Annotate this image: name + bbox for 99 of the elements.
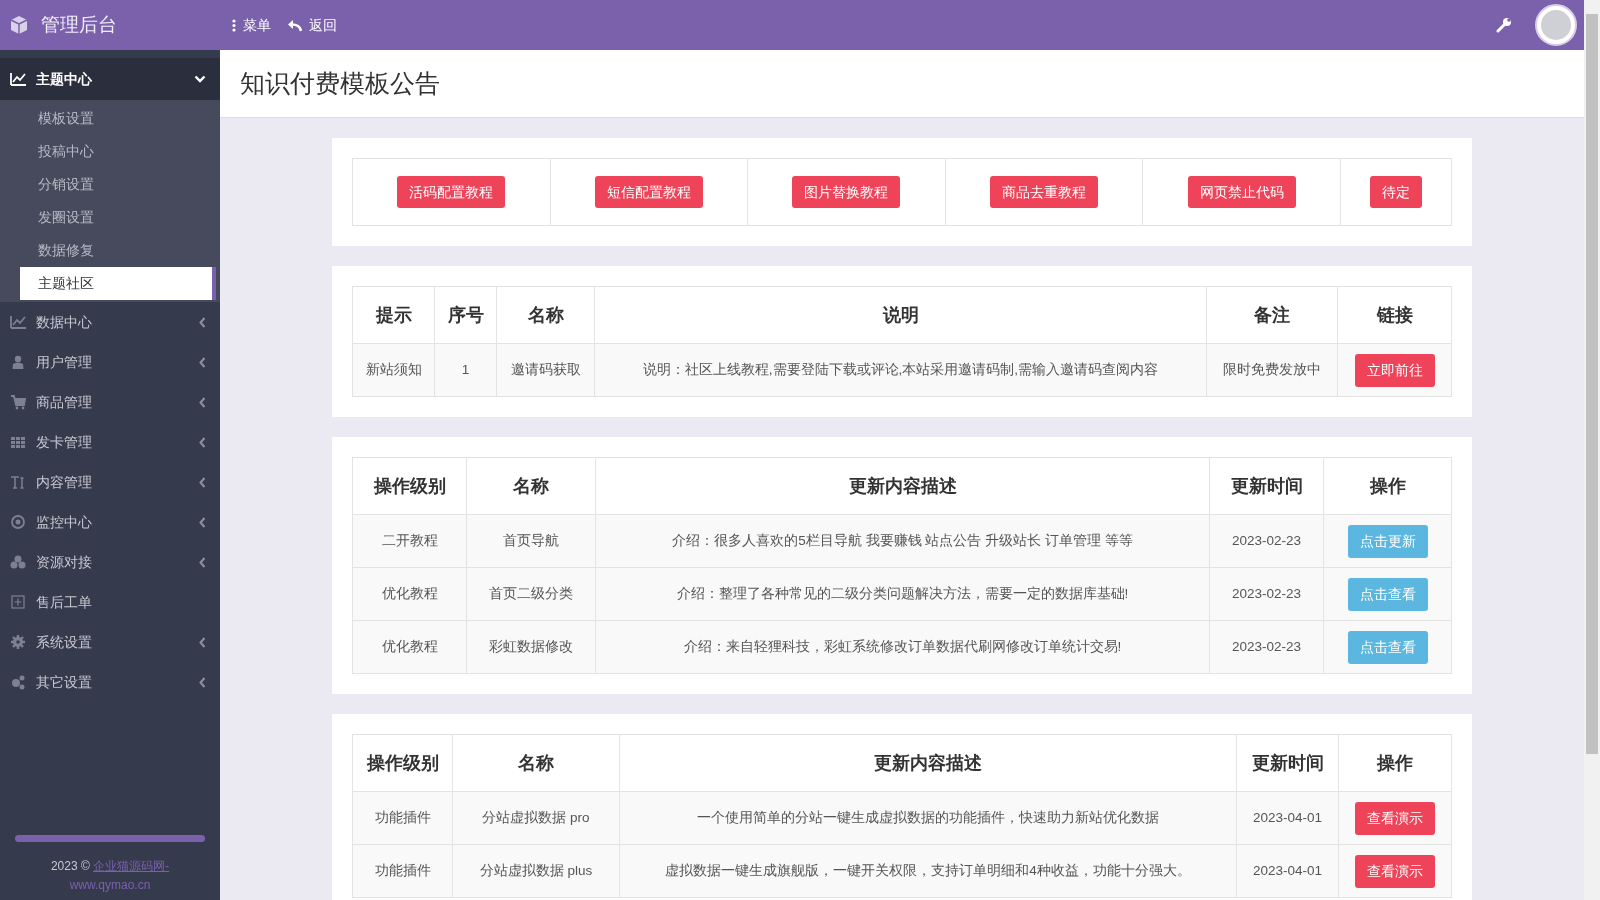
sidebar-item[interactable]: 用户管理 (0, 342, 220, 382)
plus-square-icon (10, 594, 26, 610)
table-cell: 首页二级分类 (466, 567, 596, 621)
column-header: 更新时间 (1209, 457, 1324, 515)
table-cell: 首页导航 (466, 514, 596, 568)
user-icon (10, 354, 26, 370)
table-cell: 2023-02-23 (1209, 620, 1324, 674)
table-cell: 新站须知 (352, 343, 435, 397)
column-header: 更新内容描述 (619, 734, 1237, 792)
reply-arrow-icon (287, 18, 302, 32)
line-chart-icon (10, 71, 26, 87)
column-header: 链接 (1337, 286, 1452, 344)
chevron-left-icon (199, 516, 206, 528)
chevron-left-icon (199, 556, 206, 568)
table-cell: 虚拟数据一键生成旗舰版，一键开关权限，支持订单明细和4种收益，功能十分强大。 (619, 844, 1237, 898)
sidebar-item[interactable]: 资源对接 (0, 542, 220, 582)
sidebar-item[interactable]: 系统设置 (0, 622, 220, 662)
chevron-left-icon (199, 636, 206, 648)
column-header: 备注 (1206, 286, 1338, 344)
table-cell: 1 (434, 343, 497, 397)
brand-title: 管理后台 (41, 12, 117, 37)
table-cell: 说明：社区上线教程,需要登陆下载或评论,本站采用邀请码制,需输入邀请码查阅内容 (594, 343, 1207, 397)
column-header: 操作 (1338, 734, 1452, 792)
column-header: 序号 (434, 286, 497, 344)
nav-link[interactable]: 菜单 (232, 14, 271, 36)
sidebar-item[interactable]: 其它设置 (0, 662, 220, 702)
column-header: 名称 (466, 457, 596, 515)
text-size-icon (10, 474, 26, 490)
table-cell: 分站虚拟数据 pro (452, 791, 620, 845)
tutorial-button[interactable]: 商品去重教程 (990, 176, 1099, 208)
table-cell: 介绍：来自轻狸科技，彩虹系统修改订单数据代刷网修改订单统计交易! (595, 620, 1210, 674)
copyright-text: 2023 © (50, 859, 91, 873)
tutorial-button[interactable]: 网页禁止代码 (1187, 176, 1296, 208)
nav-link[interactable]: 返回 (287, 14, 337, 36)
column-header: 提示 (352, 286, 435, 344)
sidebar-item[interactable]: 主题中心 (0, 58, 220, 100)
chevron-left-icon (199, 476, 206, 488)
table-cell: 2023-04-01 (1236, 791, 1339, 845)
column-header: 操作级别 (352, 457, 467, 515)
table-cell: 二开教程 (352, 514, 467, 568)
action-button[interactable]: 查看演示 (1355, 854, 1435, 888)
table-cell: 介绍：很多人喜欢的5栏目导航 我要赚钱 站点公告 升级站长 订单管理 等等 (595, 514, 1210, 568)
table-cell: 分站虚拟数据 plus (452, 844, 620, 898)
submenu-item[interactable]: 分销设置 (20, 168, 216, 201)
table-cell: 功能插件 (352, 844, 453, 898)
submenu-item[interactable]: 数据修复 (20, 234, 216, 267)
column-header: 名称 (496, 286, 595, 344)
tutorial-button[interactable]: 活码配置教程 (397, 176, 506, 208)
action-button[interactable]: 查看演示 (1355, 801, 1435, 835)
scrollbar[interactable] (1584, 0, 1600, 900)
submenu-item[interactable]: 模板设置 (20, 102, 216, 135)
sidebar-item[interactable]: 内容管理 (0, 462, 220, 502)
column-header: 操作级别 (352, 734, 453, 792)
gears-icon (10, 674, 26, 690)
menu-icon (232, 18, 236, 32)
table-cell: 2023-04-01 (1236, 844, 1339, 898)
chevron-left-icon (199, 436, 206, 448)
table-cell: 彩虹数据修改 (466, 620, 596, 674)
table-cell: 邀请码获取 (496, 343, 595, 397)
table-cell: 功能插件 (352, 791, 453, 845)
table-cell: 2023-02-23 (1209, 514, 1324, 568)
grid-icon (10, 434, 26, 450)
table-cell: 限时免费发放中 (1206, 343, 1338, 397)
tutorial-button[interactable]: 图片替换教程 (792, 176, 901, 208)
chevron-left-icon (199, 396, 206, 408)
chevron-left-icon (199, 676, 206, 688)
sidebar-item[interactable]: 商品管理 (0, 382, 220, 422)
page-title: 知识付费模板公告 (240, 67, 440, 99)
column-header: 操作 (1323, 457, 1452, 515)
table-cell: 优化教程 (352, 567, 467, 621)
wrench-icon[interactable] (1496, 17, 1512, 33)
sidebar-item[interactable]: 监控中心 (0, 502, 220, 542)
avatar[interactable] (1535, 4, 1577, 46)
sidebar-item[interactable]: 售后工单 (0, 582, 220, 622)
column-header: 更新时间 (1236, 734, 1339, 792)
table-cell: 介绍：整理了各种常见的二级分类问题解决方法，需要一定的数据库基础! (595, 567, 1210, 621)
target-icon (10, 514, 26, 530)
sidebar-item[interactable]: 发卡管理 (0, 422, 220, 462)
action-button[interactable]: 立即前往 (1354, 353, 1435, 387)
cubes-icon (10, 554, 26, 570)
table-cell: 优化教程 (352, 620, 467, 674)
chevron-down-icon (194, 75, 206, 83)
tutorial-button[interactable]: 待定 (1369, 176, 1422, 208)
submenu-item[interactable]: 发圈设置 (20, 201, 216, 234)
column-header: 名称 (452, 734, 620, 792)
column-header: 更新内容描述 (595, 457, 1210, 515)
line-chart-icon (10, 314, 26, 330)
sidebar-item[interactable]: 数据中心 (0, 302, 220, 342)
cart-icon (10, 394, 26, 410)
column-header: 说明 (594, 286, 1207, 344)
submenu-item[interactable]: 投稿中心 (20, 135, 216, 168)
chevron-left-icon (199, 356, 206, 368)
cube-icon (9, 15, 29, 35)
table-cell: 一个使用简单的分站一键生成虚拟数据的功能插件，快速助力新站优化数据 (619, 791, 1237, 845)
submenu-item[interactable]: 主题社区 (20, 267, 216, 300)
tutorial-button[interactable]: 短信配置教程 (594, 176, 703, 208)
gear-icon (10, 634, 26, 650)
table-cell: 2023-02-23 (1209, 567, 1324, 621)
chevron-left-icon (199, 316, 206, 328)
